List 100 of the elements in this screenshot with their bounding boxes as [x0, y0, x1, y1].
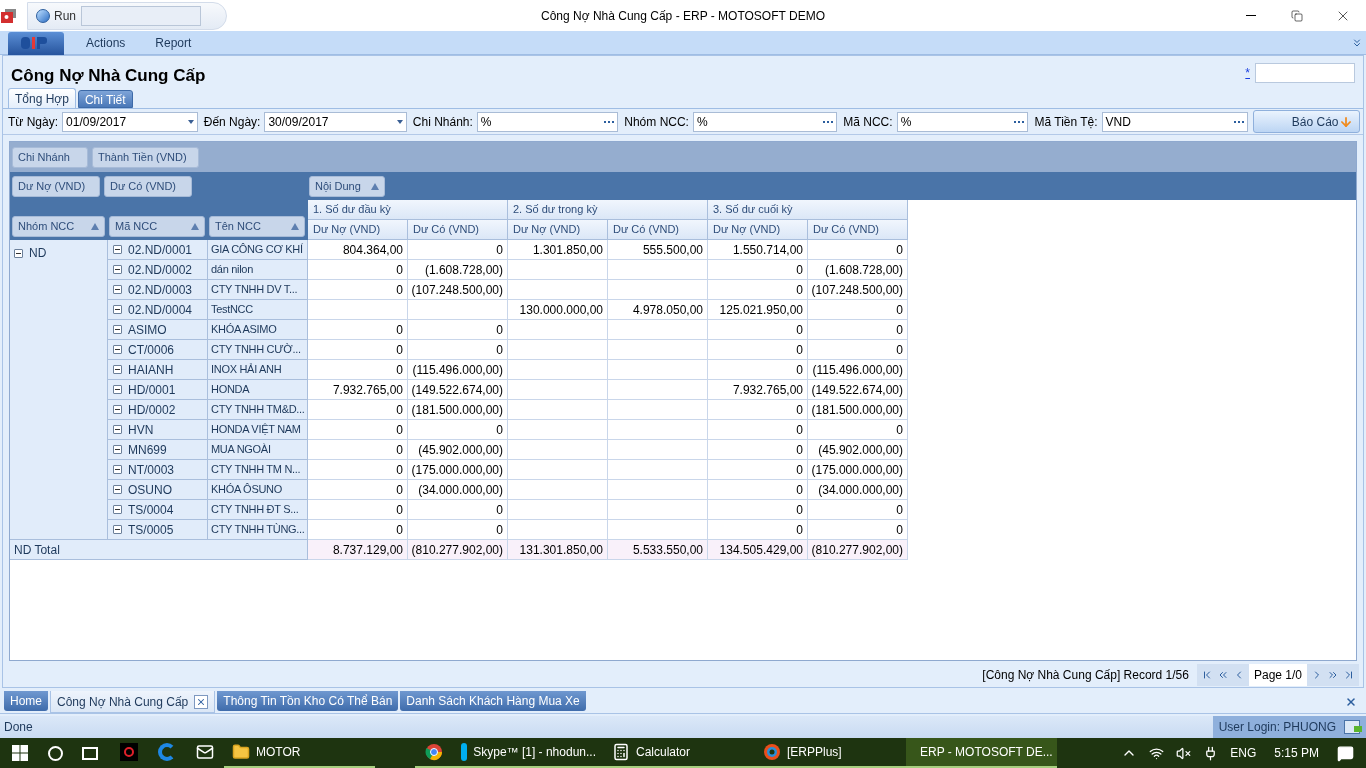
- tab[interactable]: Tổng Hợp: [8, 88, 76, 108]
- menu-item[interactable]: Report: [155, 33, 192, 52]
- collapse-icon[interactable]: [113, 344, 122, 354]
- folder-icon: [232, 743, 250, 761]
- table-cell: 0: [808, 340, 908, 360]
- record-info: [Công Nợ Nhà Cung Cấp] Record 1/56: [982, 667, 1189, 684]
- collapse-icon[interactable]: [113, 504, 122, 514]
- ellipsis-icon: [1014, 120, 1025, 123]
- supplier-code: 02.ND/0003: [128, 281, 193, 299]
- search-field[interactable]: [1255, 63, 1355, 83]
- pivot-field-button[interactable]: Dư Có (VND): [104, 175, 192, 197]
- document-tab[interactable]: Danh Sách Khách Hàng Mua Xe: [400, 691, 586, 711]
- collapse-icon[interactable]: [113, 464, 122, 474]
- total-cell: 134.505.429,00: [708, 540, 808, 560]
- collapse-icon[interactable]: [113, 264, 122, 274]
- total-cell: (810.277.902,00): [408, 540, 508, 560]
- taskbar-item[interactable]: Calculator: [604, 738, 755, 768]
- table-cell: 0: [708, 440, 808, 460]
- collapse-icon[interactable]: [113, 244, 122, 254]
- filter-link[interactable]: *: [1245, 64, 1250, 82]
- pivot-field-button[interactable]: Dư Nợ (VND): [12, 175, 100, 197]
- pivot-field-button[interactable]: Mã NCC: [109, 216, 205, 237]
- ellipsis-icon: [823, 120, 834, 123]
- lookup-field[interactable]: VND: [1101, 111, 1248, 132]
- collapse-icon[interactable]: [113, 424, 122, 434]
- row-header-cell: dán nilon: [208, 260, 308, 280]
- lookup-field[interactable]: %: [896, 111, 1029, 132]
- document-tab[interactable]: Thông Tin Tồn Kho Có Thể Bán: [217, 691, 399, 711]
- collapse-icon[interactable]: [113, 384, 122, 394]
- lookup-field[interactable]: %: [476, 111, 619, 132]
- row-header-cell: KHÓA ÔSUNO: [208, 480, 308, 500]
- document-tab[interactable]: Công Nợ Nhà Cung Cấp: [50, 691, 216, 713]
- total-row-header: ND Total: [10, 540, 308, 560]
- window-title: Công Nợ Nhà Cung Cấp - ERP - MOTOSOFT DEMO: [541, 7, 825, 25]
- total-cell: (810.277.902,00): [808, 540, 908, 560]
- column-header: Dư Nợ (VND): [308, 220, 408, 240]
- filter-label: Nhóm NCC:: [624, 113, 689, 131]
- page-title: Công Nợ Nhà Cung Cấp: [11, 65, 206, 87]
- table-cell: 0: [708, 500, 808, 520]
- table-cell: 0: [408, 340, 508, 360]
- taskbar-item[interactable]: MOTOR: [224, 738, 375, 768]
- run-button[interactable]: Run: [36, 6, 76, 25]
- app-icon: [120, 743, 138, 761]
- table-cell: 0: [408, 240, 508, 260]
- document-tab[interactable]: Home: [4, 691, 48, 711]
- collapse-icon[interactable]: [113, 304, 122, 314]
- date-picker[interactable]: 30/09/2017: [264, 111, 407, 132]
- column-group-header: 3. Số dư cuối kỳ: [708, 200, 908, 220]
- collapse-icon[interactable]: [113, 324, 122, 334]
- table-cell: 555.500,00: [608, 240, 708, 260]
- table-cell: (107.248.500,00): [408, 280, 508, 300]
- table-cell: (181.500.000,00): [408, 400, 508, 420]
- supplier-code: TS/0004: [128, 501, 174, 519]
- close-tab-icon[interactable]: [194, 694, 209, 709]
- collapse-icon[interactable]: [113, 284, 122, 294]
- dropdown-arrow-icon: [187, 119, 194, 124]
- clock[interactable]: 5:15 PM: [1274, 744, 1319, 762]
- close-icon[interactable]: [1345, 696, 1357, 708]
- column-header: Dư Có (VND): [408, 220, 508, 240]
- collapse-icon[interactable]: [113, 484, 122, 494]
- collapse-icon[interactable]: [113, 524, 122, 534]
- pivot-field-button[interactable]: Chi Nhánh: [12, 146, 88, 168]
- taskbar-item[interactable]: Skype™ [1] - nhodun...: [453, 738, 604, 768]
- table-cell: 0: [308, 440, 408, 460]
- notifications-icon[interactable]: [1337, 744, 1354, 762]
- pivot-field-button[interactable]: Tên NCC: [209, 216, 305, 237]
- logo-button[interactable]: [8, 31, 64, 55]
- wifi-icon[interactable]: [1149, 745, 1165, 761]
- collapse-icon[interactable]: [14, 249, 23, 258]
- next-page-icon[interactable]: [1327, 669, 1339, 681]
- mute-icon[interactable]: [1176, 745, 1192, 761]
- expand-ribbon-icon[interactable]: [1351, 36, 1363, 49]
- table-cell: 0: [308, 260, 408, 280]
- report-button[interactable]: Báo Cáo: [1252, 110, 1360, 133]
- menu-item[interactable]: Actions: [86, 33, 126, 52]
- table-cell: 0: [408, 420, 508, 440]
- table-cell: 0: [308, 320, 408, 340]
- collapse-icon[interactable]: [113, 364, 122, 374]
- pivot-field-button[interactable]: Nhóm NCC: [12, 216, 105, 237]
- close-icon: [196, 696, 207, 707]
- row-header-cell: TestNCC: [208, 300, 308, 320]
- row-header-cell: MUA NGOÀI: [208, 440, 308, 460]
- table-cell: 7.932.765,00: [708, 380, 808, 400]
- date-picker[interactable]: 01/09/2017: [62, 111, 198, 132]
- lookup-field[interactable]: %: [692, 111, 838, 132]
- supplier-code: 02.ND/0001: [128, 241, 193, 259]
- table-cell: (175.000.000,00): [808, 460, 908, 480]
- supplier-code: HD/0001: [128, 381, 176, 399]
- taskbar-item[interactable]: ERP - MOTOSOFT DE...: [906, 738, 1057, 768]
- run-input-field[interactable]: [81, 5, 201, 26]
- collapse-icon[interactable]: [113, 404, 122, 414]
- total-cell: 131.301.850,00: [508, 540, 608, 560]
- pivot-field-button[interactable]: Nội Dung: [309, 175, 385, 197]
- pivot-field-button[interactable]: Thành Tiền (VND): [92, 146, 199, 168]
- table-cell: (1.608.728,00): [408, 260, 508, 280]
- language-indicator[interactable]: ENG: [1230, 744, 1257, 762]
- last-page-icon[interactable]: [1343, 669, 1355, 681]
- collapse-icon[interactable]: [113, 444, 122, 454]
- filter-label: Từ Ngày:: [8, 113, 59, 131]
- row-header-cell: KHÓA ASIMO: [208, 320, 308, 340]
